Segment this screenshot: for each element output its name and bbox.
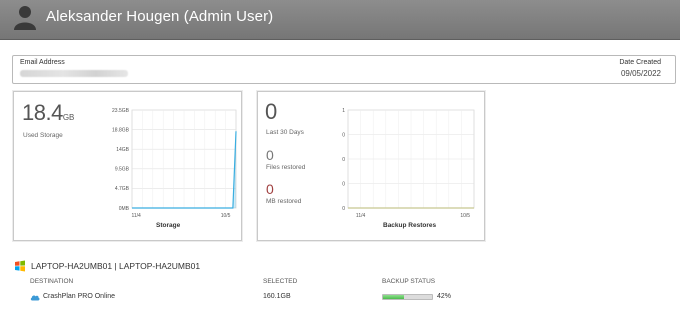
mb-restored-label: MB restored: [266, 198, 302, 205]
y-tick-label: 0: [342, 181, 345, 187]
used-storage-label: Used Storage: [23, 132, 63, 139]
files-restored-label: Files restored: [266, 164, 306, 171]
destination-name: CrashPlan PRO Online: [43, 293, 115, 300]
y-tick-label: 0: [342, 132, 345, 138]
used-storage-unit: GB: [62, 113, 75, 122]
page-header: Aleksander Hougen (Admin User): [0, 0, 680, 40]
y-tick-label: 9.5GB: [115, 167, 130, 173]
used-storage-value: 18.4GB: [22, 100, 75, 125]
restores-last30-value: 0: [265, 99, 277, 124]
date-created-value: 09/05/2022: [620, 69, 661, 78]
backup-restores-chart: 1 0 0 0 0 11/4 10/5: [338, 106, 478, 222]
user-info-box: Email Address Date Created 09/05/2022: [12, 55, 676, 84]
backup-restores-chart-title: Backup Restores: [383, 222, 437, 229]
backup-progress-fill: [383, 295, 404, 299]
windows-icon: [15, 260, 25, 272]
user-avatar-icon: [14, 6, 36, 30]
storage-chart: 23.5GB 18.8GB 14GB 9.5GB 4.7GB 0MB 11/4 10/5: [92, 106, 240, 222]
cloud-icon: [30, 295, 40, 301]
email-label: Email Address: [20, 59, 65, 66]
y-tick-label: 0MB: [119, 206, 130, 212]
device-name[interactable]: LAPTOP-HA2UMB01 | LAPTOP-HA2UMB01: [31, 261, 200, 271]
storage-chart-title: Storage: [156, 222, 181, 229]
restores-last30-label: Last 30 Days: [266, 129, 304, 136]
x-tick-label: 11/4: [131, 213, 141, 219]
x-tick-label: 10/5: [460, 213, 470, 219]
y-tick-label: 18.8GB: [112, 127, 130, 133]
date-created-label: Date Created: [619, 59, 661, 66]
y-tick-label: 1: [342, 108, 345, 114]
files-restored-value: 0: [266, 147, 274, 163]
storage-panel: 18.4GB Used Storage 23.5GB 18.8GB 14GB 9.5G…: [13, 91, 242, 241]
backup-progress-percent: 42%: [437, 293, 452, 300]
backup-restores-panel: 0 Last 30 Days 0 Files restored 0 MB res…: [257, 91, 485, 241]
mb-restored-value: 0: [266, 181, 274, 197]
selected-size: 160.1GB: [263, 293, 291, 300]
x-tick-label: 10/5: [221, 213, 231, 219]
backup-progress-bar: [382, 294, 433, 300]
y-tick-label: 4.7GB: [115, 186, 130, 192]
user-name-title: Aleksander Hougen (Admin User): [46, 8, 274, 25]
y-tick-label: 0: [342, 206, 345, 212]
device-header: LAPTOP-HA2UMB01 | LAPTOP-HA2UMB01: [14, 260, 414, 274]
y-tick-label: 0: [342, 157, 345, 163]
table-row[interactable]: CrashPlan PRO Online 160.1GB 42%: [0, 292, 680, 304]
y-tick-label: 23.5GB: [112, 108, 130, 114]
column-destination: DESTINATION: [30, 278, 74, 285]
column-selected: SELECTED: [263, 278, 298, 285]
email-value-redacted: [20, 70, 128, 77]
y-tick-label: 14GB: [116, 147, 129, 153]
column-backup-status: BACKUP STATUS: [382, 278, 436, 285]
x-tick-label: 11/4: [356, 213, 366, 219]
